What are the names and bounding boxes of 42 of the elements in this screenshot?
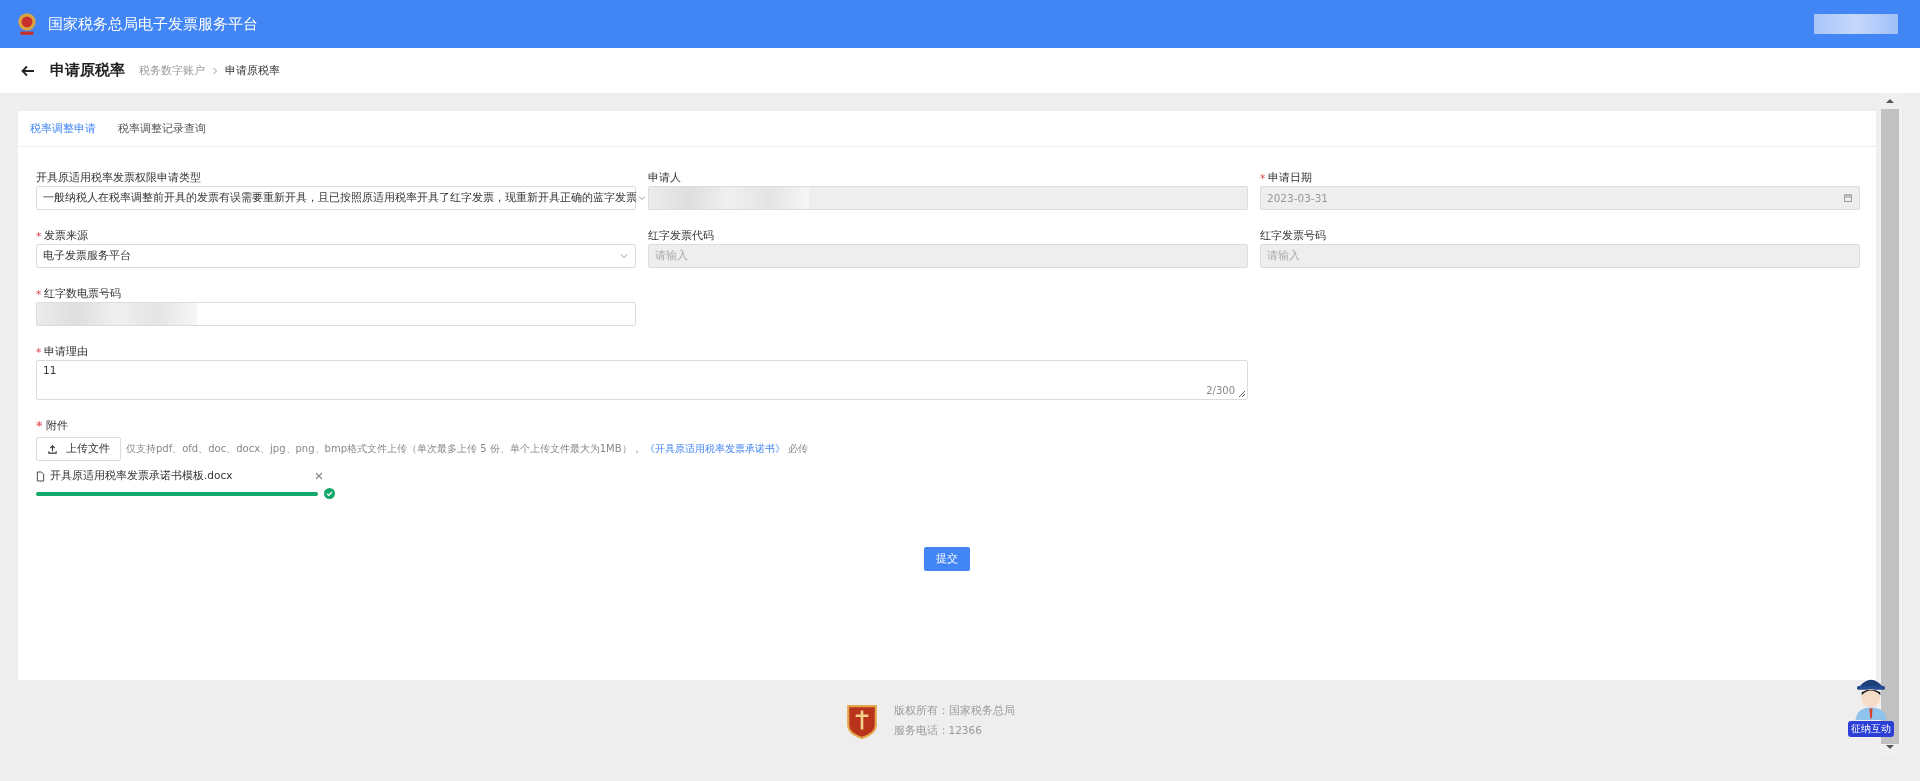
- required-asterisk: *: [36, 229, 42, 242]
- tab[interactable]: 税率调整记录查询: [118, 121, 206, 136]
- input-field[interactable]: [36, 302, 636, 326]
- character-counter: 2/300: [1206, 385, 1235, 396]
- required-asterisk: *: [36, 287, 42, 300]
- copyright-text: 版权所有：国家税务总局: [893, 704, 1015, 718]
- close-icon[interactable]: [314, 471, 324, 481]
- field-label: 附件: [45, 418, 68, 433]
- upload-button[interactable]: 上传文件: [36, 437, 121, 461]
- document-icon: [36, 470, 45, 482]
- select-field[interactable]: 电子发票服务平台: [36, 244, 636, 268]
- resize-grip-icon: [1238, 390, 1246, 398]
- text-area[interactable]: 11 2/300: [36, 360, 1248, 400]
- scroll-up-icon[interactable]: [1885, 98, 1895, 104]
- service-phone: 服务电话：12366: [893, 724, 983, 738]
- calendar-icon: [1843, 193, 1853, 203]
- shield-logo-icon: [845, 703, 878, 739]
- required-note: 必传: [787, 442, 808, 456]
- file-name: 开具原适用税率发票承诺书模板.docx: [50, 469, 234, 483]
- platform-title: 国家税务总局电子发票服务平台: [48, 14, 258, 34]
- field-label: 申请人: [648, 170, 681, 185]
- tab[interactable]: 税率调整申请: [30, 121, 96, 136]
- field-label: 申请理由: [44, 344, 89, 359]
- field-label: 申请日期: [1268, 170, 1313, 185]
- field-label: 开具原适用税率发票权限申请类型: [36, 170, 201, 185]
- field-label: 发票来源: [44, 228, 89, 243]
- submit-button[interactable]: 提交: [924, 547, 970, 571]
- assistant-badge[interactable]: 征纳互动: [1848, 721, 1894, 737]
- upload-hint: 仅支持pdf、ofd、doc、docx、jpg、png、bmp格式文件上传（单次最多上传 5 份、单个上传文件最大为1MB），: [126, 442, 642, 456]
- field-label: 红字发票代码: [648, 228, 714, 243]
- required-asterisk: *: [1260, 171, 1266, 184]
- required-asterisk: *: [36, 418, 43, 433]
- field-label: 红字发票号码: [1260, 228, 1326, 243]
- page-title: 申请原税率: [50, 61, 125, 80]
- chevron-right-icon: [211, 66, 219, 75]
- field-label: 红字数电票号码: [44, 286, 122, 301]
- required-asterisk: *: [36, 345, 42, 358]
- breadcrumb-link[interactable]: 税务数字账户: [139, 63, 205, 78]
- upload-icon: [47, 443, 58, 455]
- chevron-down-icon: [619, 251, 629, 261]
- template-link[interactable]: 《开具原适用税率发票承诺书》: [644, 442, 785, 456]
- chevron-down-icon: [637, 193, 647, 203]
